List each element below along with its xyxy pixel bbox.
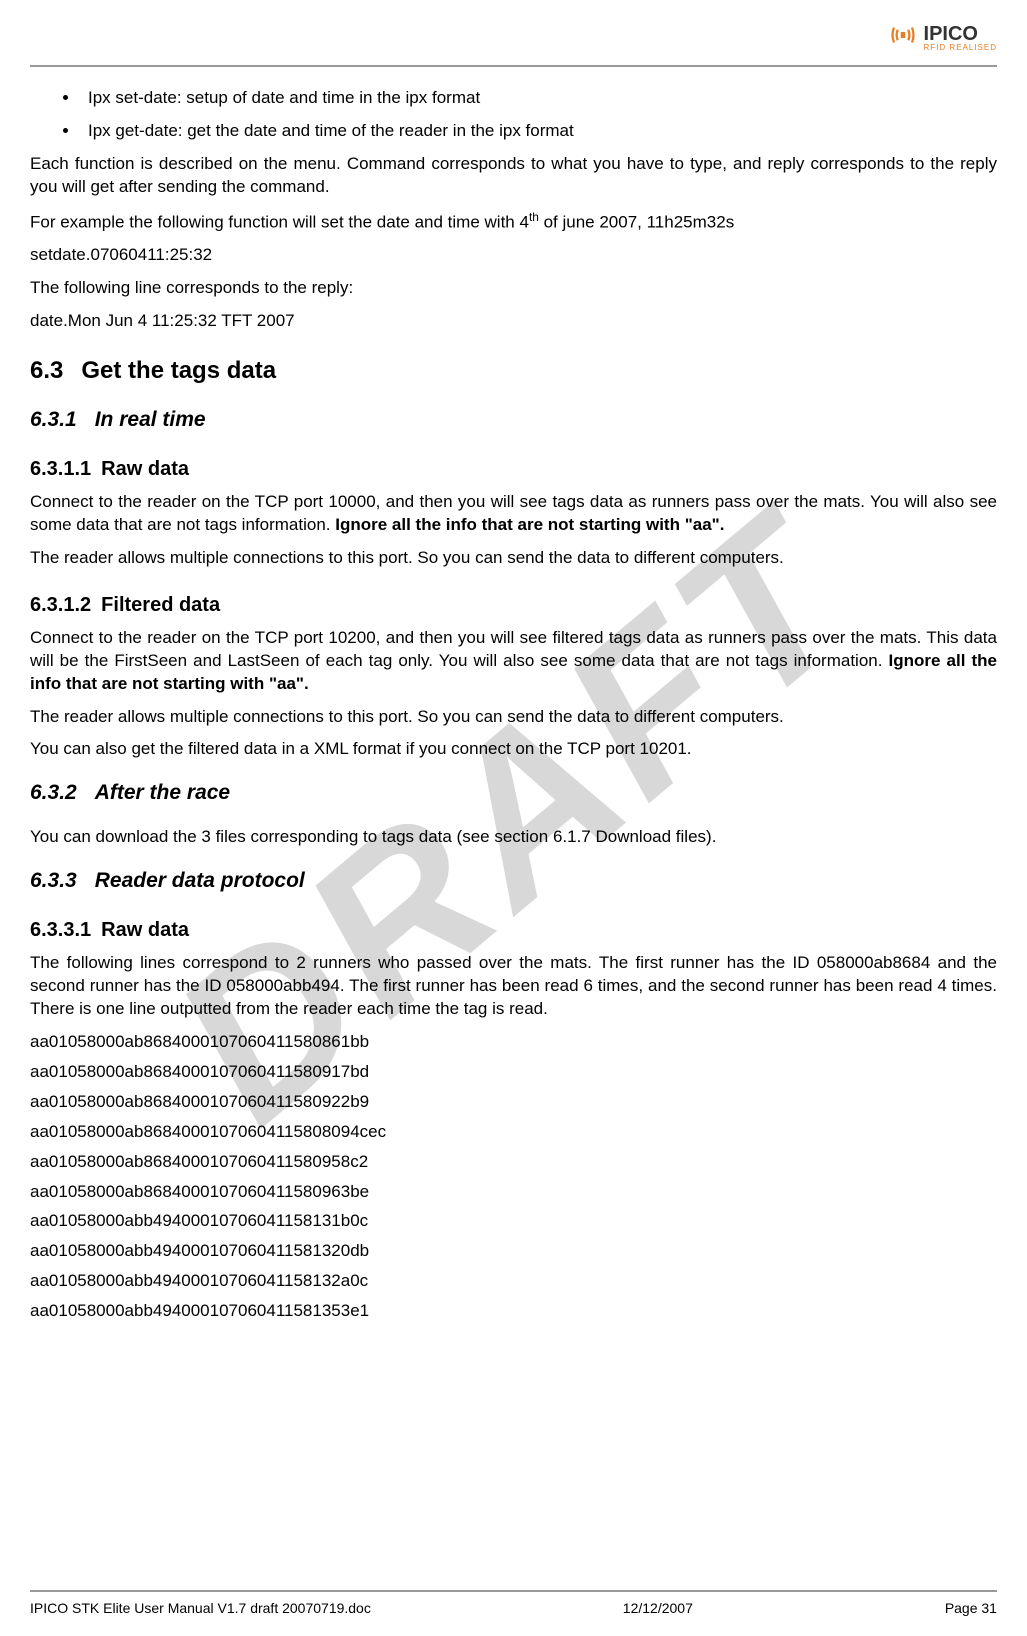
list-item: Ipx set-date: setup of date and time in … [80, 87, 997, 110]
data-row: aa01058000ab8684000107060411580958c2 [30, 1151, 997, 1174]
paragraph: The following line corresponds to the re… [30, 277, 997, 300]
page-header: IPICO RFID REALISED [30, 20, 997, 67]
paragraph: Each function is described on the menu. … [30, 153, 997, 199]
data-block: aa01058000ab8684000107060411580861bb aa0… [30, 1031, 997, 1323]
footer-right: Page 31 [945, 1600, 997, 1616]
paragraph: The reader allows multiple connections t… [30, 547, 997, 570]
paragraph: For example the following function will … [30, 209, 997, 235]
heading-6331: 6.3.3.1Raw data [30, 917, 997, 944]
paragraph: Connect to the reader on the TCP port 10… [30, 491, 997, 537]
paragraph: The following lines correspond to 2 runn… [30, 952, 997, 1021]
heading-631: 6.3.1In real time [30, 406, 997, 434]
logo-text: IPICO RFID REALISED [924, 24, 997, 52]
data-row: aa01058000ab86840001070604115808094cec [30, 1121, 997, 1144]
data-row: aa01058000ab8684000107060411580963be [30, 1181, 997, 1204]
heading-6312: 6.3.1.2Filtered data [30, 592, 997, 619]
data-row: aa01058000ab8684000107060411580861bb [30, 1031, 997, 1054]
heading-63: 6.3Get the tags data [30, 355, 997, 387]
rfid-icon [888, 20, 918, 55]
page-footer: IPICO STK Elite User Manual V1.7 draft 2… [30, 1590, 997, 1616]
data-row: aa01058000abb49400010706041158132a0c [30, 1270, 997, 1293]
data-row: aa01058000ab8684000107060411580917bd [30, 1061, 997, 1084]
data-row: aa01058000ab8684000107060411580922b9 [30, 1091, 997, 1114]
data-row: aa01058000abb49400010706041158131b0c [30, 1210, 997, 1233]
data-row: aa01058000abb494000107060411581353e1 [30, 1300, 997, 1323]
paragraph: Connect to the reader on the TCP port 10… [30, 627, 997, 696]
page-content: Ipx set-date: setup of date and time in … [30, 87, 997, 1323]
list-item: Ipx get-date: get the date and time of t… [80, 120, 997, 143]
heading-633: 6.3.3Reader data protocol [30, 867, 997, 895]
data-row: aa01058000abb494000107060411581320db [30, 1240, 997, 1263]
heading-6311: 6.3.1.1Raw data [30, 456, 997, 483]
bullet-list: Ipx set-date: setup of date and time in … [80, 87, 997, 143]
code-line: setdate.07060411:25:32 [30, 244, 997, 267]
footer-center: 12/12/2007 [623, 1600, 693, 1616]
footer-left: IPICO STK Elite User Manual V1.7 draft 2… [30, 1600, 371, 1616]
paragraph: You can download the 3 files correspondi… [30, 826, 997, 849]
code-line: date.Mon Jun 4 11:25:32 TFT 2007 [30, 310, 997, 333]
paragraph: You can also get the filtered data in a … [30, 738, 997, 761]
logo-tagline: RFID REALISED [924, 44, 997, 52]
heading-632: 6.3.2After the race [30, 779, 997, 807]
paragraph: The reader allows multiple connections t… [30, 706, 997, 729]
logo-name: IPICO [924, 24, 997, 44]
logo: IPICO RFID REALISED [888, 20, 997, 55]
